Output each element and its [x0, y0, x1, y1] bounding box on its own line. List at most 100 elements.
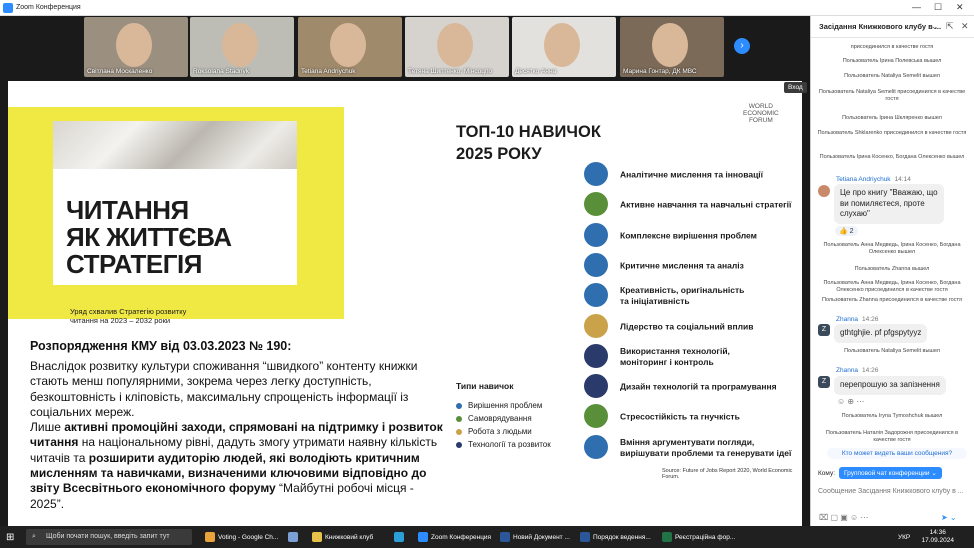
- message-sender: Tetiana Andriychuk 14:14: [836, 176, 911, 183]
- reaction-badge[interactable]: 👍 2: [835, 226, 858, 236]
- participant-tile[interactable]: Tetiana Andriychuk: [298, 17, 402, 77]
- taskbar-app[interactable]: Порядок ведення...: [580, 529, 651, 546]
- start-icon[interactable]: ⊞: [6, 529, 14, 546]
- windows-taskbar: ⊞ ⌕ Щоби почати пошук, введіть запит тут …: [0, 526, 974, 548]
- skill-item: Критичне мислення та аналіз: [584, 252, 802, 279]
- chat-message[interactable]: Це про книгу "Вважаю, що ви помиляєтеся,…: [834, 184, 944, 224]
- app-icon: [394, 532, 404, 543]
- skill-item: Активне навчання та навчальні стратегії: [584, 192, 802, 218]
- presentation-slide: ЧИТАННЯ ЯК ЖИТТЄВА СТРАТЕГІЯ Уряд схвали…: [8, 81, 802, 526]
- app-label: Порядок ведення...: [593, 534, 651, 541]
- participant-video: [544, 23, 580, 67]
- close-chat-icon[interactable]: ✕: [961, 21, 969, 32]
- clock-date: 17.09.2024: [921, 537, 954, 544]
- taskbar-app[interactable]: Новий Документ ...: [500, 529, 570, 546]
- close-icon[interactable]: ✕: [956, 2, 964, 13]
- send-icon[interactable]: ➤ ⌄: [941, 513, 957, 522]
- skill-item: Дизайн технологій та програмування: [584, 374, 802, 400]
- app-icon: [288, 532, 298, 543]
- chat-message[interactable]: перепрошую за запізнення: [834, 376, 946, 395]
- participant-tile[interactable]: Марина Гонтар, ДК МВС: [620, 17, 724, 77]
- maximize-icon[interactable]: ☐: [934, 2, 942, 13]
- system-message: Пользователь Nataliya Semelit вышел: [844, 348, 940, 354]
- participant-tile[interactable]: Тетяна Шиптенко, Мінсоцпо: [405, 17, 509, 77]
- taskbar-app[interactable]: Voting - Google Ch...: [205, 529, 278, 546]
- taskbar-app[interactable]: Zoom Конференция: [418, 529, 491, 546]
- chevron-right-icon: ›: [740, 40, 744, 51]
- slide-title-line-2: ЯК ЖИТТЄВА: [66, 222, 232, 252]
- skill-item: Стресостійкість та гнучкість: [584, 404, 802, 430]
- language-indicator[interactable]: УКР: [898, 529, 910, 546]
- slide-title-line-1: ЧИТАННЯ: [66, 195, 189, 225]
- sender-name: Zhanna: [836, 367, 859, 374]
- legend-label: Вирішення проблем: [468, 401, 543, 410]
- app-icon: [580, 532, 590, 543]
- skill-item: Вміння аргументувати погляди, вирішувати…: [584, 434, 802, 461]
- participant-tile[interactable]: Світлана Москаленко: [84, 17, 188, 77]
- participant-tile[interactable]: Десятко Анна: [512, 17, 616, 77]
- message-time: 14:26: [862, 316, 879, 323]
- system-message: присоединился в качестве гостя: [850, 44, 934, 50]
- skill-icon: [584, 434, 608, 459]
- legend-item: Вирішення проблем: [456, 399, 551, 412]
- window-title-bar: Zoom Конференция — ☐ ✕: [0, 0, 974, 16]
- participant-name: Tetiana Andriychuk: [301, 68, 356, 75]
- participant-video: [330, 23, 366, 67]
- skill-item: Креативність, оригінальність та ініціати…: [584, 283, 802, 309]
- search-placeholder: Щоби почати пошук, введіть запит тут: [46, 533, 170, 540]
- source-note: Source: Future of Jobs Report 2020, Worl…: [662, 468, 793, 480]
- skill-label: Активне навчання та навчальні стратегії: [620, 199, 792, 210]
- chat-toolbar[interactable]: ⌧ ▢ ▣ ☺ ⋯: [819, 513, 868, 522]
- participant-name: Світлана Москаленко: [87, 68, 153, 75]
- taskbar-app[interactable]: [288, 529, 301, 546]
- paragraph-2: Лише активні промоційні заходи, спрямова…: [30, 420, 450, 512]
- minimize-icon[interactable]: —: [912, 2, 921, 12]
- app-icon: [418, 532, 428, 543]
- recipient-dropdown[interactable]: Групповой чат конференции ⌄: [839, 467, 942, 479]
- taskbar-app[interactable]: Реєстраційна фор...: [662, 529, 735, 546]
- expand-icon[interactable]: ⌄: [931, 21, 939, 32]
- chat-message[interactable]: gthtghjie. pf pfgspytyyz: [834, 324, 928, 343]
- participant-video: [437, 23, 473, 67]
- skill-icon: [584, 283, 608, 308]
- participant-video: [222, 23, 258, 67]
- legend-label: Робота з людьми: [468, 427, 532, 436]
- message-sender: Zhanna 14:26: [836, 367, 878, 374]
- next-page-button[interactable]: ›: [734, 38, 750, 54]
- skill-icon: [584, 162, 608, 186]
- order-heading: Розпорядження КМУ від 03.03.2023 № 190:: [30, 339, 292, 353]
- participant-gallery: Світлана Москаленко Roksolana Stadnyk Teti…: [0, 16, 810, 78]
- system-message: Пользователь Анна Медведь, Ірина Косенко…: [823, 242, 961, 255]
- app-label: Zoom Конференция: [431, 534, 492, 541]
- system-message: Пользователь Ірина Шкляренко вышел: [842, 115, 942, 121]
- skill-label: Вміння аргументувати погляди, вирішувати…: [620, 436, 792, 458]
- taskbar-app[interactable]: Книжковий клуб: [312, 529, 373, 546]
- message-tools[interactable]: ☺ ⊕ ⋯: [837, 397, 864, 406]
- skill-label: Комплексне вирішення проблем: [620, 230, 757, 241]
- skill-item: Використання технологій, моніторинг і ко…: [584, 343, 802, 370]
- participant-tile[interactable]: Roksolana Stadnyk: [190, 17, 294, 77]
- taskbar-app[interactable]: [394, 529, 407, 546]
- window-title: Zoom Конференция: [16, 4, 81, 11]
- popout-icon[interactable]: ⇱: [946, 21, 954, 32]
- slide-subtitle: Уряд схвалив Стратегію розвитку читання …: [70, 307, 187, 325]
- skill-label: Стресостійкість та гнучкість: [620, 411, 740, 422]
- app-icon: [662, 532, 672, 543]
- top10-heading: ТОП-10 НАВИЧОК 2025 РОКУ: [456, 123, 601, 163]
- wef-logo: WORLD ECONOMIC FORUM: [743, 103, 779, 124]
- skill-icon: [584, 313, 608, 338]
- shared-screen: ЧИТАННЯ ЯК ЖИТТЄВА СТРАТЕГІЯ Уряд схвали…: [0, 78, 810, 526]
- taskbar-clock[interactable]: 14:36 17.09.2024: [921, 529, 954, 545]
- who-can-see-link[interactable]: Кто может видеть ваши сообщения?: [827, 448, 967, 459]
- chat-message-input[interactable]: [818, 484, 968, 498]
- legend-item: Технології та розвиток: [456, 438, 551, 451]
- legend-dot: [456, 415, 462, 422]
- skill-icon: [584, 192, 608, 217]
- system-message: Пользователь Ірина Полевська вышел: [842, 58, 942, 64]
- system-message: Пользователь Iryna Tymoshchuk вышел: [841, 413, 943, 419]
- skill-types-legend: Типи навичок Вирішення проблем Самоврядув…: [456, 381, 551, 451]
- taskbar-search[interactable]: ⌕ Щоби почати пошук, введіть запит тут: [26, 529, 192, 545]
- app-label: Новий Документ ...: [513, 534, 570, 541]
- skill-icon: [584, 404, 608, 429]
- system-message: Пользователь Nataliya Semelit присоедини…: [818, 89, 966, 102]
